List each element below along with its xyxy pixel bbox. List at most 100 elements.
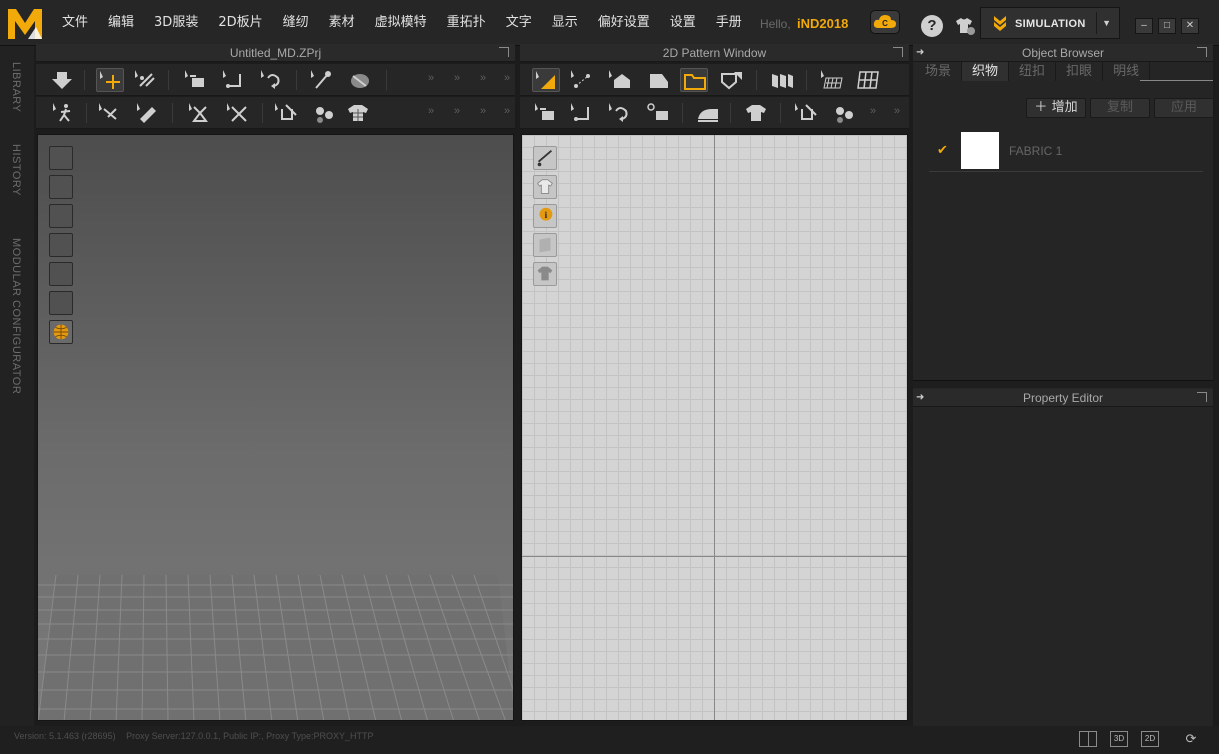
seam-allowance-icon[interactable] xyxy=(532,101,560,125)
save-arrow-icon[interactable] xyxy=(48,68,76,92)
more-tools-icon[interactable]: » xyxy=(428,105,434,117)
menu-display[interactable]: 显示 xyxy=(542,0,588,46)
stitch-tool-icon[interactable] xyxy=(272,101,300,125)
tab-library[interactable]: LIBRARY xyxy=(10,62,22,112)
close-button[interactable]: ✕ xyxy=(1181,18,1199,34)
pattern-point-icon[interactable] xyxy=(568,101,596,125)
menu-edit[interactable]: 编辑 xyxy=(98,0,144,46)
menu-2d-pattern[interactable]: 2D板片 xyxy=(208,0,272,46)
menu-avatar[interactable]: 虚拟模特 xyxy=(365,0,437,46)
unfold-icon[interactable] xyxy=(768,68,796,92)
popout-icon[interactable] xyxy=(1197,47,1207,57)
show-avatar-icon[interactable] xyxy=(49,204,73,228)
tab-history[interactable]: HISTORY xyxy=(10,144,22,196)
transform-pattern-icon[interactable] xyxy=(532,68,560,92)
select-move-icon[interactable] xyxy=(96,68,124,92)
rotate-icon[interactable] xyxy=(258,68,286,92)
show-needle-icon[interactable] xyxy=(533,146,557,170)
fabric-list-item[interactable]: ✔ FABRIC 1 xyxy=(929,128,1203,172)
maximize-button[interactable]: □ xyxy=(1158,18,1176,34)
collapse-arrow-icon[interactable]: ➜ xyxy=(916,44,924,62)
tuck-tool-icon[interactable] xyxy=(186,101,214,125)
grid-pattern-icon[interactable] xyxy=(854,68,882,92)
popout-icon[interactable] xyxy=(893,47,903,57)
simulation-button[interactable]: SIMULATION ▼ xyxy=(980,7,1120,39)
help-icon[interactable]: ? xyxy=(921,15,943,37)
apply-fabric-button[interactable]: 应用 xyxy=(1154,98,1214,118)
pattern-rotate-icon[interactable] xyxy=(606,101,634,125)
menu-preferences[interactable]: 偏好设置 xyxy=(588,0,660,46)
menu-manual[interactable]: 手册 xyxy=(706,0,752,46)
show-avatar-head-icon[interactable] xyxy=(49,291,73,315)
lock-garment-icon[interactable] xyxy=(533,262,557,286)
select-mesh-icon[interactable] xyxy=(132,68,160,92)
3d-viewport[interactable] xyxy=(37,134,514,721)
more-tools-icon[interactable]: » xyxy=(428,72,434,84)
pin-icon[interactable] xyxy=(308,68,336,92)
fold-arrange-icon[interactable] xyxy=(182,68,210,92)
menu-3d-garment[interactable]: 3D服装 xyxy=(144,0,208,46)
show-texture-icon[interactable] xyxy=(49,262,73,286)
more-tools-icon[interactable]: » xyxy=(894,105,900,117)
point-on-line-icon[interactable] xyxy=(220,68,248,92)
pattern-search-icon[interactable] xyxy=(644,101,672,125)
more-tools-icon[interactable]: » xyxy=(454,105,460,117)
2d-pattern-viewport[interactable]: i xyxy=(521,134,908,721)
more-tools-icon[interactable]: » xyxy=(870,105,876,117)
popout-icon[interactable] xyxy=(1197,392,1207,402)
minimize-button[interactable]: – xyxy=(1135,18,1153,34)
marvelous-logo[interactable] xyxy=(6,5,44,41)
panel-splitter[interactable] xyxy=(913,380,1213,388)
internal-shape-icon[interactable] xyxy=(718,68,746,92)
fabric-swatch[interactable] xyxy=(961,132,999,169)
folder-pattern-icon[interactable] xyxy=(680,68,708,92)
edit-tool-icon[interactable] xyxy=(134,101,162,125)
more-tools-icon[interactable]: » xyxy=(454,72,460,84)
view-2d-button[interactable]: 2D xyxy=(1141,731,1159,747)
show-points-icon[interactable] xyxy=(49,175,73,199)
more-tools-icon[interactable]: » xyxy=(504,105,510,117)
tab-fabric[interactable]: 织物 xyxy=(962,62,1010,81)
split-view-button[interactable] xyxy=(1079,731,1097,747)
menu-settings[interactable]: 设置 xyxy=(660,0,706,46)
avatar-settings-icon[interactable] xyxy=(952,13,976,37)
show-pattern-shirt-icon[interactable] xyxy=(533,175,557,199)
show-fabric-icon[interactable] xyxy=(49,233,73,257)
edit-curvature-icon[interactable] xyxy=(606,68,634,92)
shirt-icon[interactable] xyxy=(742,101,770,125)
menu-retopology[interactable]: 重拓扑 xyxy=(437,0,496,46)
edit-pattern-icon[interactable] xyxy=(568,68,596,92)
iron-icon[interactable] xyxy=(694,101,722,125)
cut-tool-icon[interactable] xyxy=(224,101,252,125)
menu-file[interactable]: 文件 xyxy=(52,0,98,46)
steam-iron-icon[interactable] xyxy=(346,68,374,92)
polygon-icon[interactable] xyxy=(644,68,672,92)
more-tools-icon[interactable]: » xyxy=(504,72,510,84)
collapse-arrow-icon[interactable]: ➜ xyxy=(916,389,924,407)
brush-tool-icon[interactable] xyxy=(96,101,124,125)
tab-scene[interactable]: 场景 xyxy=(915,62,963,81)
button-tool-icon[interactable] xyxy=(310,101,338,125)
tab-button[interactable]: 纽扣 xyxy=(1009,62,1057,81)
copy-fabric-button[interactable]: 复制 xyxy=(1090,98,1150,118)
garment-pattern-icon[interactable] xyxy=(344,101,372,125)
menu-sewing[interactable]: 缝纫 xyxy=(273,0,319,46)
pattern-button-icon[interactable] xyxy=(830,101,858,125)
popout-icon[interactable] xyxy=(499,47,509,57)
pattern-stitch-icon[interactable] xyxy=(792,101,820,125)
walk-avatar-icon[interactable] xyxy=(50,101,78,125)
menu-text[interactable]: 文字 xyxy=(496,0,542,46)
grading-icon[interactable] xyxy=(818,68,846,92)
view-3d-button[interactable]: 3D xyxy=(1110,731,1128,747)
add-fabric-button[interactable]: ＋ 增加 xyxy=(1026,98,1086,118)
tab-buttonhole[interactable]: 扣眼 xyxy=(1056,62,1104,81)
refresh-icon[interactable]: ⟳ xyxy=(1183,731,1199,747)
environment-globe-icon[interactable] xyxy=(49,320,73,344)
cloud-button[interactable]: C xyxy=(870,10,900,34)
more-tools-icon[interactable]: » xyxy=(480,72,486,84)
more-tools-icon[interactable]: » xyxy=(480,105,486,117)
info-icon[interactable]: i xyxy=(533,204,557,228)
chevron-down-icon[interactable]: ▼ xyxy=(1102,18,1111,28)
show-layers-icon[interactable] xyxy=(533,233,557,257)
tab-topstitch[interactable]: 明线 xyxy=(1103,62,1151,81)
